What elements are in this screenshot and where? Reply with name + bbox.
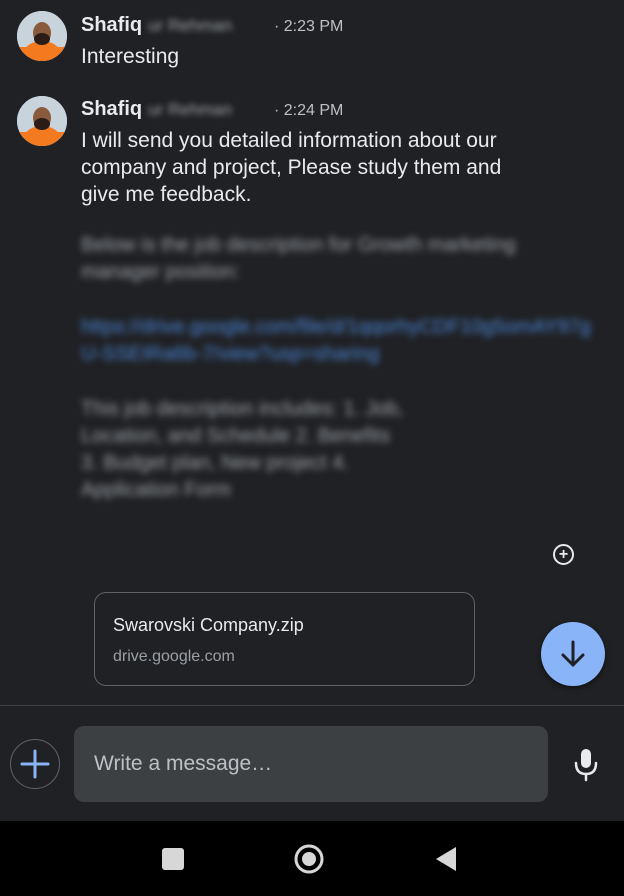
message-text: Interesting — [81, 45, 180, 68]
sender-name: Shafiq ur Rehman — [81, 98, 233, 120]
microphone-icon — [574, 749, 598, 782]
message-time: · 2:24 PM — [274, 102, 344, 119]
system-navigation-bar — [0, 821, 624, 896]
message-time: · 2:23 PM — [274, 18, 344, 35]
attachment-filename: Swarovski Company.zip — [113, 615, 304, 635]
arrow-down-icon — [561, 640, 585, 667]
divider — [0, 705, 624, 706]
microphone-button[interactable] — [572, 747, 600, 783]
square-icon — [162, 848, 184, 870]
message-line: company and project, Please study them a… — [81, 156, 502, 179]
blurred-link[interactable]: https://drive.google.com/file/d/1qqorhyC… — [81, 314, 591, 368]
avatar[interactable] — [17, 96, 67, 146]
blurred-paragraph: This job description includes: 1. Job, L… — [81, 398, 404, 501]
recent-apps-button[interactable] — [159, 845, 187, 873]
blurred-message-body: Below is the job description for Growth … — [81, 232, 591, 532]
home-button[interactable] — [293, 843, 325, 875]
attachment-domain: drive.google.com — [113, 648, 235, 665]
circle-icon — [294, 844, 324, 874]
message-text: I will send you detailed information abo… — [81, 127, 501, 208]
sender-name: Shafiq ur Rehman — [81, 14, 233, 36]
blurred-paragraph: Below is the job description for Growth … — [81, 234, 516, 283]
message-line: give me feedback. — [81, 183, 252, 206]
triangle-back-icon — [436, 847, 456, 871]
message-line: I will send you detailed information abo… — [81, 129, 497, 152]
add-attachment-button[interactable] — [10, 739, 60, 789]
attachment-card[interactable]: Swarovski Company.zip drive.google.com — [94, 592, 475, 686]
plus-icon — [20, 749, 50, 779]
scroll-down-button[interactable] — [541, 622, 605, 686]
chat-screen: Shafiq ur Rehman · 2:23 PM Interesting Sh… — [0, 0, 624, 896]
back-button[interactable] — [432, 845, 460, 873]
avatar[interactable] — [17, 11, 67, 61]
message-input[interactable] — [74, 726, 548, 802]
add-reaction-icon[interactable]: + — [553, 544, 574, 565]
